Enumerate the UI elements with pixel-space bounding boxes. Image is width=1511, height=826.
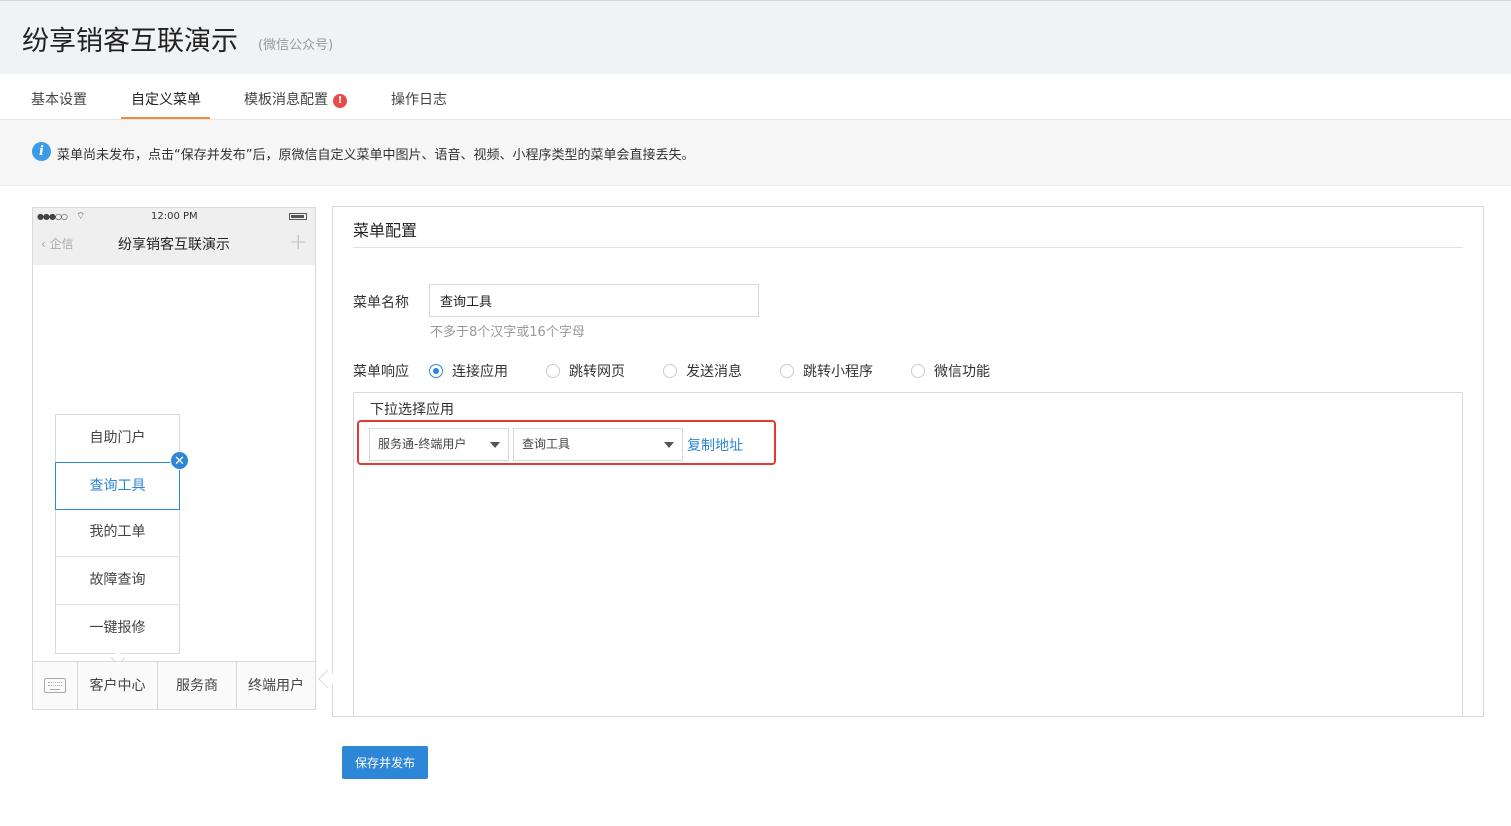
submenu-item-query-tool[interactable]: 查询工具 (55, 462, 180, 510)
keyboard-toggle[interactable] (33, 662, 78, 710)
radio-mini-program[interactable]: 跳转小程序 (780, 361, 873, 381)
app-title: 纷享销客互联演示 (22, 26, 238, 57)
submenu-list: 自助门户 查询工具 我的工单 故障查询 一键报修 (55, 414, 180, 654)
radio-wechat-function[interactable]: 微信功能 (911, 361, 990, 381)
app-select-box: 下拉选择应用 服务通-终端用户 查询工具 复制地址 (353, 392, 1463, 717)
submenu-item-one-click-repair[interactable]: 一键报修 (56, 605, 179, 653)
tool-select-dropdown[interactable]: 查询工具 (513, 428, 683, 461)
app-select-title: 下拉选择应用 (370, 402, 454, 418)
status-time: 12:00 PM (151, 211, 198, 222)
radio-unchecked-icon (663, 364, 677, 378)
radio-unchecked-icon (546, 364, 560, 378)
bottom-menu-end-user[interactable]: 终端用户 (237, 662, 315, 710)
notice-text: 菜单尚未发布，点击“保存并发布”后，原微信自定义菜单中图片、语音、视频、小程序类… (57, 148, 695, 163)
alert-icon: ! (333, 94, 347, 108)
menu-name-input[interactable] (429, 284, 759, 317)
save-and-publish-button[interactable]: 保存并发布 (342, 746, 428, 779)
menu-response-label: 菜单响应 (353, 364, 409, 380)
wifi-icon: ⌔ (76, 211, 86, 222)
info-icon: i (32, 142, 51, 161)
tab-template-message[interactable]: 模板消息配置! (244, 89, 347, 109)
radio-unchecked-icon (780, 364, 794, 378)
radio-send-message[interactable]: 发送消息 (663, 361, 742, 381)
submenu-item-fault-query[interactable]: 故障查询 (56, 557, 179, 605)
signal-icon: ●●●○○ (37, 212, 68, 221)
copy-address-link[interactable]: 复制地址 (687, 435, 743, 455)
phone-nav-bar: ●●●○○ ⌔ 12:00 PM ‹ 企信 纷享销客互联演示 + (33, 208, 315, 265)
phone-bottom-menu: 客户中心 服务商 终端用户 (33, 661, 315, 710)
plus-icon[interactable]: + (289, 230, 307, 255)
menu-name-hint: 不多于8个汉字或16个字母 (430, 325, 585, 340)
keyboard-icon (44, 678, 66, 693)
tab-custom-menu[interactable]: 自定义菜单 (131, 89, 201, 109)
bottom-menu-customer-center[interactable]: 客户中心 (78, 662, 158, 710)
radio-connect-app[interactable]: 连接应用 (429, 361, 508, 381)
phone-title: 纷享销客互联演示 (118, 237, 230, 253)
radio-jump-webpage[interactable]: 跳转网页 (546, 361, 625, 381)
notice-bar: i 菜单尚未发布，点击“保存并发布”后，原微信自定义菜单中图片、语音、视频、小程… (0, 120, 1511, 186)
phone-preview: ●●●○○ ⌔ 12:00 PM ‹ 企信 纷享销客互联演示 + 自助门户 查询… (32, 207, 316, 710)
bottom-menu-service-provider[interactable]: 服务商 (158, 662, 237, 710)
menu-config-panel: 菜单配置 菜单名称 不多于8个汉字或16个字母 菜单响应 连接应用 跳转网页 发… (332, 206, 1484, 717)
remove-submenu-icon[interactable]: ✕ (170, 451, 189, 470)
chevron-down-icon (490, 442, 500, 448)
submenu-item-self-service[interactable]: 自助门户 (56, 415, 179, 463)
chevron-down-icon (664, 442, 674, 448)
panel-divider (353, 247, 1463, 248)
active-tab-indicator (121, 117, 210, 119)
menu-name-label: 菜单名称 (353, 295, 409, 311)
app-select-dropdown[interactable]: 服务通-终端用户 (369, 428, 509, 461)
battery-icon (289, 213, 307, 220)
tab-basic-settings[interactable]: 基本设置 (31, 89, 87, 109)
radio-checked-icon (429, 364, 443, 378)
panel-title: 菜单配置 (353, 221, 418, 240)
tab-operation-log[interactable]: 操作日志 (391, 89, 447, 109)
page-header: 纷享销客互联演示 (微信公众号) (0, 0, 1511, 74)
submenu-item-my-tickets[interactable]: 我的工单 (56, 509, 179, 557)
radio-unchecked-icon (911, 364, 925, 378)
app-subtitle: (微信公众号) (258, 38, 334, 53)
tab-bar: 基本设置 自定义菜单 模板消息配置! 操作日志 (0, 74, 1511, 120)
